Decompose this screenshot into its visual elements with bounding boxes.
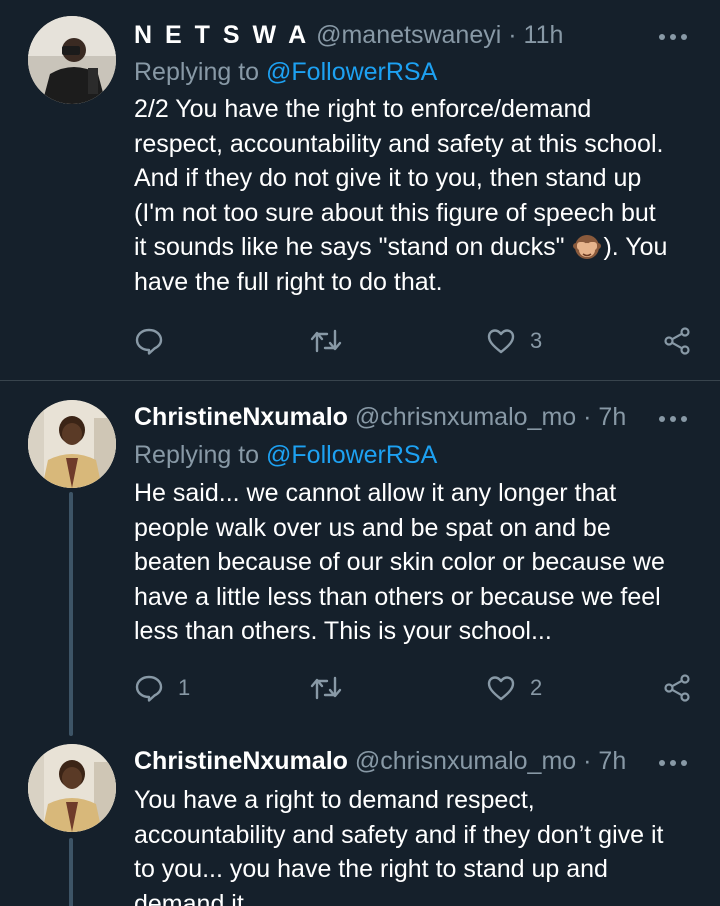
replying-to: Replying to @FollowerRSA <box>134 440 437 470</box>
avatar[interactable] <box>28 16 116 104</box>
replying-to: Replying to @FollowerRSA <box>134 57 437 87</box>
tweet-2[interactable]: ChristineNxumalo @chrisnxumalo_mo · 7h R… <box>0 381 720 736</box>
user-handle[interactable]: @chrisnxumalo_mo <box>355 747 576 775</box>
mention-link[interactable]: @FollowerRSA <box>266 58 437 86</box>
more-icon[interactable] <box>658 414 688 424</box>
replying-to-label: Replying to <box>134 58 260 86</box>
share-button[interactable] <box>662 321 692 361</box>
retweet-icon <box>310 676 342 700</box>
tweet-1[interactable]: N E T S W A @manetswaneyi · 11h Replying… <box>0 0 720 380</box>
user-handle[interactable]: @chrisnxumalo_mo <box>355 403 576 431</box>
like-count: 3 <box>530 328 543 353</box>
tweet-actions: 1 2 <box>134 668 694 708</box>
timestamp[interactable]: 7h <box>598 747 626 775</box>
display-name[interactable]: N E T S W A <box>134 21 309 49</box>
retweet-button[interactable] <box>310 321 356 361</box>
separator: · <box>508 21 517 49</box>
tweet-text: You have a right to demand respect, acco… <box>134 786 664 906</box>
retweet-icon <box>310 329 342 353</box>
share-button[interactable] <box>662 668 692 708</box>
like-icon <box>487 676 515 701</box>
mention-link[interactable]: @FollowerRSA <box>266 441 437 469</box>
more-icon[interactable] <box>658 758 688 768</box>
tweet-header: ChristineNxumalo @chrisnxumalo_mo · 7h <box>134 402 640 432</box>
like-icon <box>487 329 515 354</box>
tweet-text: He said... we cannot allow it any longer… <box>134 479 665 645</box>
separator: · <box>583 747 592 775</box>
reply-feed: N E T S W A @manetswaneyi · 11h Replying… <box>0 0 720 906</box>
display-name[interactable]: ChristineNxumalo <box>134 747 348 775</box>
see-no-evil-monkey-icon <box>573 232 602 260</box>
thread-line <box>69 492 73 736</box>
share-icon <box>664 327 690 355</box>
tweet-actions: 3 <box>134 321 694 361</box>
share-icon <box>664 674 690 702</box>
display-name[interactable]: ChristineNxumalo <box>134 403 348 431</box>
timestamp[interactable]: 7h <box>598 403 626 431</box>
avatar[interactable] <box>28 744 116 832</box>
thread-line <box>69 838 73 906</box>
timestamp[interactable]: 11h <box>524 21 564 49</box>
like-button[interactable]: 3 <box>486 321 542 361</box>
reply-icon <box>135 675 163 702</box>
separator: · <box>583 403 592 431</box>
like-button[interactable]: 2 <box>486 668 542 708</box>
retweet-button[interactable] <box>310 668 356 708</box>
tweet-text: 2/2 You have the right to enforce/demand… <box>134 92 700 299</box>
like-count: 2 <box>530 675 543 700</box>
reply-button[interactable] <box>134 321 178 361</box>
more-icon[interactable] <box>658 32 688 42</box>
tweet-header: ChristineNxumalo @chrisnxumalo_mo · 7h <box>134 746 640 776</box>
avatar[interactable] <box>28 400 116 488</box>
tweet-3[interactable]: ChristineNxumalo @chrisnxumalo_mo · 7h Y… <box>0 726 720 906</box>
replying-to-label: Replying to <box>134 441 260 469</box>
tweet-header: N E T S W A @manetswaneyi · 11h <box>134 20 640 50</box>
reply-button[interactable]: 1 <box>134 668 190 708</box>
reply-icon <box>135 328 163 355</box>
user-handle[interactable]: @manetswaneyi <box>316 21 501 49</box>
reply-count: 1 <box>178 675 191 700</box>
